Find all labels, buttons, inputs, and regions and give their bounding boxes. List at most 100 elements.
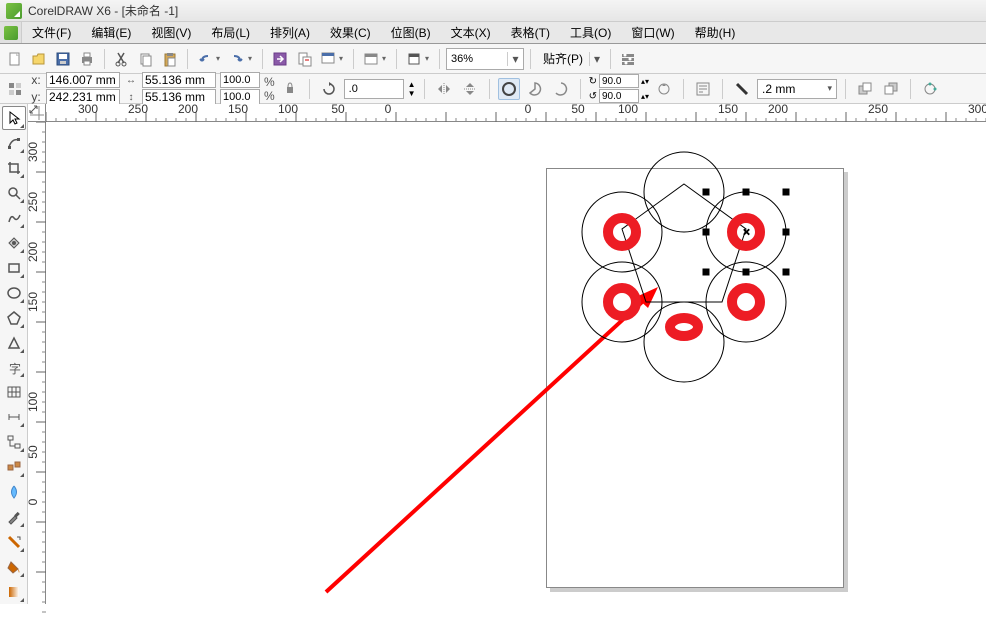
menu-tools[interactable]: 工具(O)	[560, 22, 621, 43]
arc-mode-button[interactable]	[550, 78, 572, 100]
menu-window[interactable]: 窗口(W)	[621, 22, 684, 43]
interactive-fill-tool[interactable]	[2, 580, 26, 604]
ruler-vertical[interactable]: 300250200150100500	[28, 122, 46, 604]
table-tool[interactable]	[2, 380, 26, 404]
pick-tool[interactable]	[2, 106, 26, 130]
freehand-tool[interactable]	[2, 206, 26, 230]
menu-table[interactable]: 表格(T)	[501, 22, 560, 43]
fill-tool[interactable]	[2, 555, 26, 579]
y-position-input[interactable]	[46, 89, 120, 105]
width-input[interactable]	[142, 72, 216, 88]
circle-arrangement[interactable]: ×	[582, 152, 789, 382]
wrap-text-button[interactable]	[692, 78, 714, 100]
shape-tool[interactable]	[2, 131, 26, 155]
mirror-h-button[interactable]	[433, 78, 455, 100]
x-position-input[interactable]	[46, 72, 120, 88]
rotation-icon	[318, 78, 340, 100]
position-readout: x: y:	[30, 72, 120, 105]
undo-button[interactable]	[194, 48, 216, 70]
menu-effects[interactable]: 效果(C)	[320, 22, 381, 43]
dimension-tool[interactable]	[2, 405, 26, 429]
outline-tool[interactable]	[2, 530, 26, 554]
height-icon: ↕	[124, 90, 138, 104]
svg-text:300: 300	[968, 104, 986, 116]
zoom-tool[interactable]	[2, 181, 26, 205]
ellipse-mode-button[interactable]	[498, 78, 520, 100]
titlebar: CorelDRAW X6 - [未命名 -1]	[0, 0, 986, 22]
ellipse-tool[interactable]	[2, 281, 26, 305]
ruler-horizontal[interactable]: 300250200150100500050100150200250300	[28, 104, 986, 122]
connector-tool[interactable]	[2, 430, 26, 454]
arc-end-icon: ↺	[589, 91, 597, 102]
outline-width-icon	[731, 78, 753, 100]
svg-text:0: 0	[385, 104, 392, 116]
arc-start-input[interactable]	[599, 74, 639, 88]
svg-text:50: 50	[331, 104, 345, 116]
redo-button[interactable]	[226, 48, 248, 70]
menu-text[interactable]: 文本(X)	[441, 22, 501, 43]
cut-button[interactable]	[111, 48, 133, 70]
basic-shapes-tool[interactable]	[2, 331, 26, 355]
save-button[interactable]	[52, 48, 74, 70]
menu-help[interactable]: 帮助(H)	[685, 22, 746, 43]
menu-file[interactable]: 文件(F)	[22, 22, 81, 43]
to-front-button[interactable]	[854, 78, 876, 100]
rectangle-tool[interactable]	[2, 256, 26, 280]
outline-width-select[interactable]: .2 mm▾	[757, 79, 837, 99]
undo-dropdown[interactable]: ▾	[216, 54, 224, 63]
menu-arrange[interactable]: 排列(A)	[260, 22, 320, 43]
menu-bitmap[interactable]: 位图(B)	[381, 22, 441, 43]
print-button[interactable]	[76, 48, 98, 70]
height-input[interactable]	[142, 89, 216, 105]
arc-end-input[interactable]	[599, 89, 639, 103]
direction-button[interactable]	[653, 78, 675, 100]
paste-button[interactable]	[159, 48, 181, 70]
svg-text:0: 0	[525, 104, 532, 116]
zoom-level-select[interactable]: ▾	[446, 48, 524, 70]
redo-dropdown[interactable]: ▾	[248, 54, 256, 63]
annotation-arrow	[326, 287, 658, 592]
app-logo-icon	[6, 3, 22, 19]
canvas[interactable]: ×	[46, 122, 986, 604]
polygon-tool[interactable]	[2, 306, 26, 330]
app-launcher-button[interactable]	[360, 48, 382, 70]
svg-text:150: 150	[28, 292, 40, 312]
scale-y-input[interactable]	[220, 89, 260, 105]
smart-fill-tool[interactable]	[2, 231, 26, 255]
convert-curves-button[interactable]	[919, 78, 941, 100]
to-back-button[interactable]	[880, 78, 902, 100]
import-button[interactable]	[269, 48, 291, 70]
svg-text:200: 200	[768, 104, 788, 116]
transparency-tool[interactable]	[2, 480, 26, 504]
pie-mode-button[interactable]	[524, 78, 546, 100]
new-button[interactable]	[4, 48, 26, 70]
menu-view[interactable]: 视图(V)	[141, 22, 201, 43]
export-button[interactable]	[293, 48, 315, 70]
interactive-tool[interactable]	[2, 455, 26, 479]
svg-text:100: 100	[28, 392, 40, 412]
toolbox: 字	[0, 104, 28, 604]
lock-ratio-button[interactable]	[279, 78, 301, 100]
svg-text:250: 250	[128, 104, 148, 116]
svg-text:200: 200	[28, 242, 40, 262]
menu-edit[interactable]: 编辑(E)	[81, 22, 141, 43]
open-button[interactable]	[28, 48, 50, 70]
units-toggle-button[interactable]	[4, 78, 26, 100]
scale-x-input[interactable]	[220, 72, 260, 88]
zoom-input[interactable]	[447, 53, 507, 65]
snap-dropdown[interactable]: 贴齐(P)▾	[537, 48, 604, 70]
copy-button[interactable]	[135, 48, 157, 70]
svg-text:200: 200	[178, 104, 198, 116]
menu-layout[interactable]: 布局(L)	[201, 22, 260, 43]
text-tool[interactable]: 字	[2, 356, 26, 380]
svg-text:300: 300	[28, 142, 40, 162]
eyedropper-tool[interactable]	[2, 505, 26, 529]
svg-text:300: 300	[78, 104, 98, 116]
ruler-origin-icon[interactable]	[28, 104, 46, 122]
options-button[interactable]	[617, 48, 639, 70]
mirror-v-button[interactable]	[459, 78, 481, 100]
rotation-input[interactable]	[344, 79, 404, 99]
crop-tool[interactable]	[2, 156, 26, 180]
publish-button[interactable]	[317, 48, 339, 70]
welcome-button[interactable]	[403, 48, 425, 70]
